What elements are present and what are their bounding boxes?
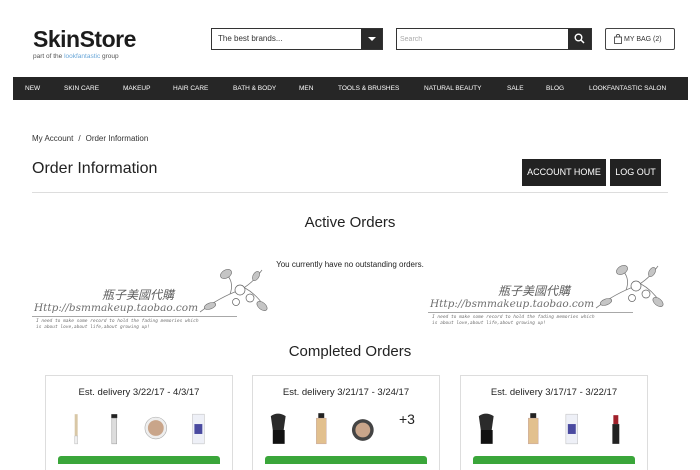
watermark-line	[428, 312, 633, 313]
log-out-button[interactable]: LOG OUT	[610, 159, 661, 186]
breadcrumb-separator: /	[78, 134, 81, 143]
foundation-bottle-product-icon	[316, 413, 327, 445]
order-delivery-estimate: Est. delivery 3/22/17 - 4/3/17	[78, 387, 200, 398]
search-icon	[574, 33, 585, 44]
nav-item-natural-beauty[interactable]: NATURAL BEAUTY	[424, 77, 481, 100]
powder-compact-product-icon	[351, 419, 374, 441]
order-status-bar[interactable]	[58, 456, 220, 464]
nav-item-new[interactable]: NEW	[25, 77, 40, 100]
order-products	[74, 413, 205, 445]
kabuki-brush-product-icon	[478, 413, 494, 444]
watermark: 瓶子美國代購 Http://bsmmakeup.taobao.com I nee…	[30, 262, 270, 334]
breadcrumb: My Account / Order Information	[32, 134, 148, 143]
nav-item-blog[interactable]: BLOG	[546, 77, 564, 100]
divider	[32, 192, 668, 193]
watermark-note: I need to make some record to hold the f…	[36, 319, 199, 330]
completed-orders-title: Completed Orders	[288, 343, 412, 360]
watermark-chinese: 瓶子美國代購	[498, 284, 571, 298]
search-button[interactable]	[568, 29, 591, 49]
sample-packet-product-icon	[192, 413, 205, 445]
watermark-chinese: 瓶子美國代購	[102, 288, 175, 302]
flower-illustration-icon	[199, 269, 268, 313]
lipstick-product-icon	[612, 415, 620, 444]
kabuki-brush-product-icon	[270, 413, 286, 444]
breadcrumb-my-account[interactable]: My Account	[32, 134, 73, 143]
shopping-bag-icon	[614, 34, 622, 44]
watermark-note: I need to make some record to hold the f…	[432, 315, 595, 326]
sample-packet-product-icon	[565, 413, 578, 445]
order-status-bar[interactable]	[473, 456, 635, 464]
nav-item-hair-care[interactable]: HAIR CARE	[173, 77, 208, 100]
order-products	[478, 413, 620, 445]
watermark-url: Http://bsmmakeup.taobao.com	[430, 298, 595, 310]
search-input[interactable]	[400, 31, 568, 47]
nav-item-skin-care[interactable]: SKIN CARE	[64, 77, 99, 100]
watermark-line	[32, 316, 237, 317]
brand-select-value: The best brands...	[218, 34, 283, 43]
order-card[interactable]: Est. delivery 3/22/17 - 4/3/17	[45, 375, 233, 470]
nav-item-lookfantastic-salon[interactable]: LOOKFANTASTIC SALON	[589, 77, 666, 100]
active-orders-title: Active Orders	[304, 214, 396, 231]
nav-item-sale[interactable]: SALE	[507, 77, 524, 100]
flower-illustration-icon	[595, 265, 664, 309]
powder-compact-product-icon	[144, 416, 167, 440]
more-items-count: +3	[399, 411, 415, 427]
nav-item-men[interactable]: MEN	[299, 77, 313, 100]
order-card[interactable]: Est. delivery 3/21/17 - 3/24/17 +3	[252, 375, 440, 470]
foundation-bottle-product-icon	[528, 413, 539, 445]
page-title: Order Information	[32, 160, 158, 177]
bag-button[interactable]: MY BAG (2)	[605, 28, 675, 50]
logo-tagline: part of the lookfantastic group	[33, 53, 119, 60]
breadcrumb-order-information: Order Information	[85, 134, 149, 143]
order-delivery-estimate: Est. delivery 3/17/17 - 3/22/17	[490, 387, 618, 398]
search-box	[396, 28, 592, 50]
order-delivery-estimate: Est. delivery 3/21/17 - 3/24/17	[282, 387, 410, 398]
primer-tube-product-icon	[111, 414, 118, 445]
brand-select[interactable]: The best brands...	[211, 28, 383, 50]
chevron-down-icon[interactable]	[361, 29, 382, 49]
nav-item-tools-brushes[interactable]: TOOLS & BRUSHES	[338, 77, 399, 100]
nav-item-makeup[interactable]: MAKEUP	[123, 77, 150, 100]
watermark: 瓶子美國代購 Http://bsmmakeup.taobao.com I nee…	[426, 258, 666, 330]
account-home-button[interactable]: ACCOUNT HOME	[522, 159, 606, 186]
order-card[interactable]: Est. delivery 3/17/17 - 3/22/17	[460, 375, 648, 470]
nav-item-bath-body[interactable]: BATH & BODY	[233, 77, 276, 100]
bag-label: MY BAG (2)	[624, 36, 662, 43]
order-status-bar[interactable]	[265, 456, 427, 464]
watermark-url: Http://bsmmakeup.taobao.com	[34, 302, 199, 314]
logo[interactable]: SkinStore part of the lookfantastic grou…	[33, 26, 136, 60]
main-nav: NEW SKIN CARE MAKEUP HAIR CARE BATH & BO…	[13, 77, 688, 100]
concealer-wand-product-icon	[74, 414, 78, 445]
logo-wordmark: SkinStore	[33, 26, 136, 52]
